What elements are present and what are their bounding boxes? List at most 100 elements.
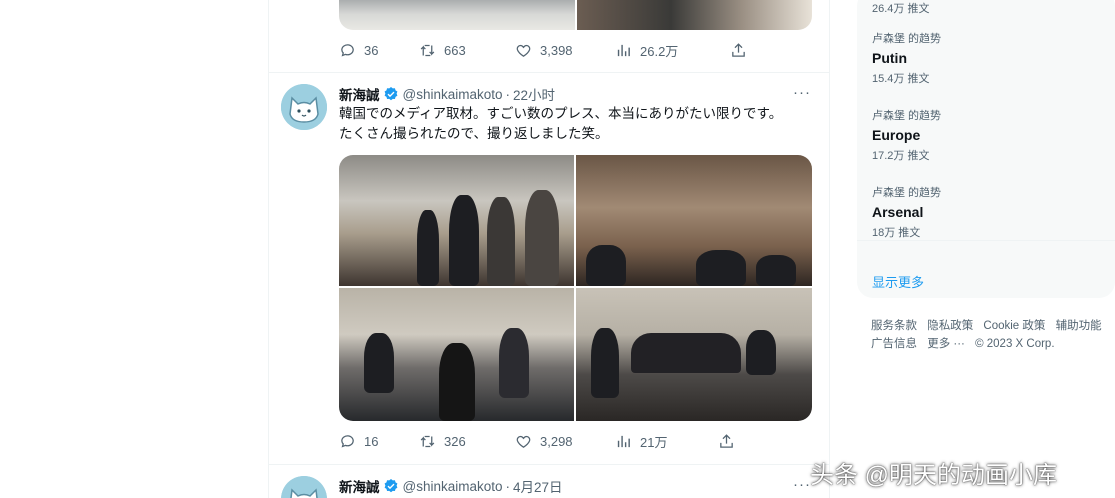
like-count: 3,398 [540,43,573,58]
trend-count: 26.4万 推文 [872,3,930,15]
tweet-photo-3[interactable] [339,288,574,421]
trend-count: 18万 推文 [872,227,921,239]
footer-links-row-1: 服务条款 隐私政策 Cookie 政策 辅助功能 [871,317,1109,333]
cookie-link[interactable]: Cookie 政策 [983,320,1045,332]
tweet-text: 韓国でのメディア取材。すごい数のプレス、本当にありがたい限りです。 たくさん撮ら… [339,104,809,144]
previous-tweet-media[interactable] [339,0,812,30]
trend-topic: Arsenal [872,204,924,220]
views-icon [617,44,630,57]
terms-link[interactable]: 服务条款 [871,320,917,332]
photo-person [586,245,626,286]
watermark-text: 头条 @明天的动画小库 [810,462,1058,489]
tweet-header: 新海誠 @shinkaimakoto · 22小时 [339,84,555,104]
left-gutter [0,0,268,498]
trend-context: 卢森堡 的趋势 [872,110,942,122]
avatar[interactable] [281,476,327,498]
reply-icon [341,44,354,57]
retweet-count: 663 [444,43,466,58]
tweet-photo-4[interactable] [576,288,812,421]
accessibility-link[interactable]: 辅助功能 [1056,320,1102,332]
display-name[interactable]: 新海誠 [339,84,380,104]
tweet-actions: 16 326 3,298 21万 [339,432,735,451]
share-icon [732,43,745,57]
retweet-icon [420,435,435,448]
photo-person [439,343,475,421]
more-options-button[interactable]: ··· [793,84,811,101]
photo-grid [339,155,812,421]
photo-person [591,328,619,398]
photo-crowd [631,333,741,373]
tweet-text-line-1: 韓国でのメディア取材。すごい数のプレス、本当にありがたい限りです。 [339,106,783,121]
sidebar-divider [857,240,1115,241]
trend-context: 卢森堡 的趋势 [872,187,942,199]
footer-links-row-2: 广告信息 更多 ··· © 2023 X Corp. [871,335,1062,351]
retweet-button[interactable]: 326 [419,433,515,450]
separator-dot: · [505,478,511,494]
verified-badge-icon [384,479,397,493]
more-options-button[interactable]: ··· [793,476,811,493]
view-count: 21万 [640,435,668,450]
trend-context: 卢森堡 的趋势 [872,33,942,45]
cat-avatar-icon [281,476,327,498]
tweet-time[interactable]: 4月27日 [513,476,563,496]
photo-person [746,330,776,375]
tweet-header: 新海誠 @shinkaimakoto · 4月27日 [339,476,563,496]
retweet-button[interactable]: 663 [419,42,515,59]
retweet-count: 326 [444,434,466,449]
trend-item[interactable]: 卢森堡 的趋势 Europe 17.2万 推文 [872,107,941,163]
avatar[interactable] [281,84,327,130]
photo-person [756,255,796,286]
reply-count: 36 [364,43,379,58]
tweet-text-line-2: たくさん撮られたので、撮り返しました笑。 [339,126,609,141]
user-handle[interactable]: @shinkaimakoto [403,479,503,494]
reply-count: 16 [364,434,379,449]
reply-button[interactable]: 16 [339,433,419,450]
more-link[interactable]: 更多 ··· [927,338,965,350]
previous-tweet-photo-1[interactable] [339,0,575,30]
heart-icon [516,44,531,57]
retweet-icon [420,44,435,57]
trend-item[interactable]: 卢森堡 的趋势 Arsenal 18万 推文 [872,184,941,240]
copyright-text: © 2023 X Corp. [975,338,1055,350]
trend-count: 17.2万 推文 [872,150,930,162]
like-button[interactable]: 3,298 [515,433,615,450]
tweet-photo-2[interactable] [576,155,812,286]
trend-topic: Putin [872,50,907,66]
previous-tweet-actions: 36 663 3,398 26.2万 [339,41,747,60]
trends-panel: 26.4万 推文 卢森堡 的趋势 Putin 15.4万 推文 卢森堡 的趋势 … [857,0,1115,298]
views-button[interactable]: 21万 [615,432,718,451]
show-more-link[interactable]: 显示更多 [872,272,924,291]
photo-person [364,333,394,393]
share-icon [720,434,733,448]
photo-person [487,197,515,286]
heart-icon [516,435,531,448]
photo-person [696,250,746,286]
verified-badge-icon [384,87,397,101]
photo-person [417,210,439,286]
reply-icon [341,435,354,448]
cat-avatar-icon [281,84,327,130]
view-count: 26.2万 [640,44,679,59]
display-name[interactable]: 新海誠 [339,476,380,496]
separator-dot: · [505,86,511,102]
privacy-link[interactable]: 隐私政策 [927,320,973,332]
trend-count: 15.4万 推文 [872,73,930,85]
tweet-photo-1[interactable] [339,155,574,286]
user-handle[interactable]: @shinkaimakoto [403,87,503,102]
photo-person [525,190,559,286]
tweet-divider [269,72,829,73]
like-button[interactable]: 3,398 [515,42,615,59]
reply-button[interactable]: 36 [339,42,419,59]
views-button[interactable]: 26.2万 [615,41,730,60]
trend-item[interactable]: 卢森堡 的趋势 Putin 15.4万 推文 [872,30,941,86]
ads-info-link[interactable]: 广告信息 [871,338,917,350]
share-button[interactable] [718,433,735,450]
views-icon [617,435,630,448]
previous-tweet-photo-2[interactable] [576,0,812,30]
tweet-divider [269,464,829,465]
share-button[interactable] [730,42,747,59]
like-count: 3,298 [540,434,573,449]
timeline: 36 663 3,398 26.2万 新海誠 @shinkaimakoto · … [268,0,830,498]
trend-topic: Europe [872,127,921,143]
tweet-time[interactable]: 22小时 [513,84,555,104]
